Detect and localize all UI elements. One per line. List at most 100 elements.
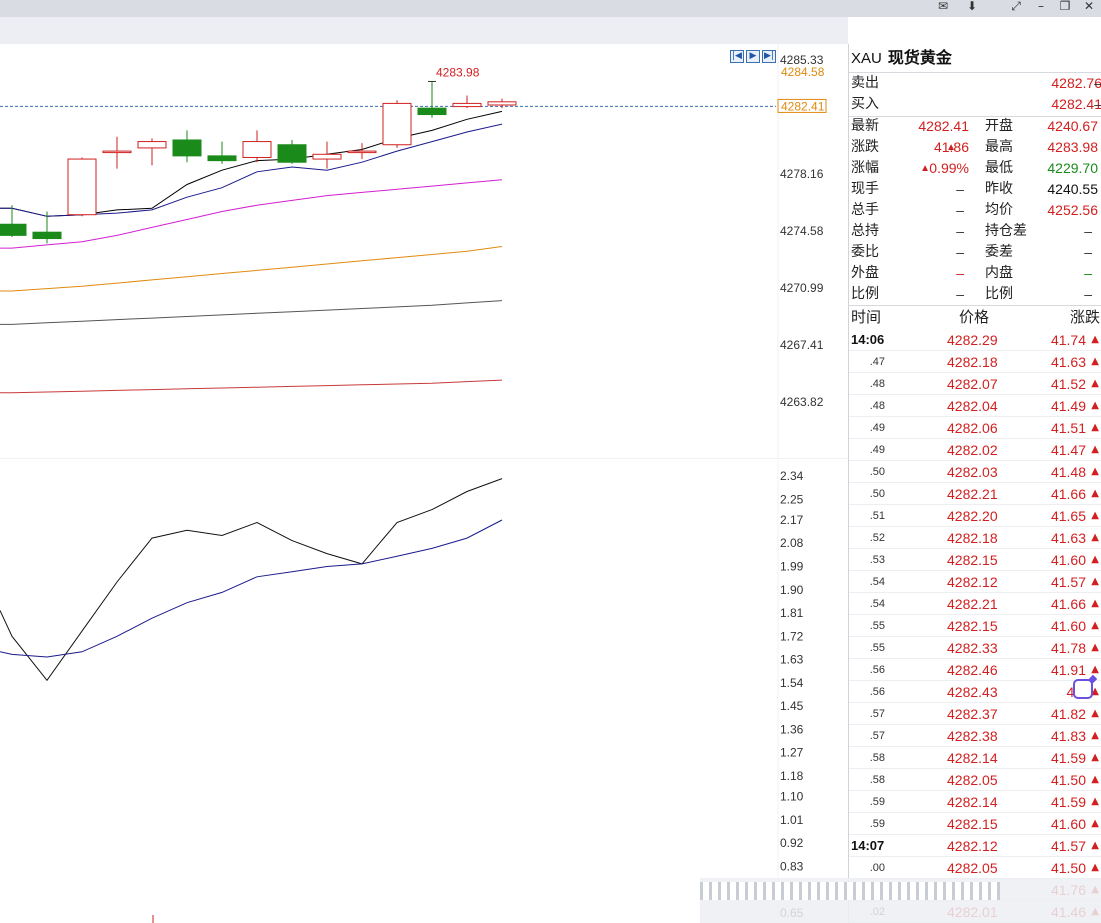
arrow-up-icon: ▲ [1091, 862, 1099, 873]
high-value: 4283.98 [1047, 139, 1098, 155]
arrow-up-icon: ▲ [1091, 444, 1099, 455]
arrow-up-icon: ▲ [1091, 796, 1099, 807]
price-axis-tick: 4278.16 [780, 167, 824, 181]
tick-row[interactable]: .47 4282.18 41.63 ▲ [849, 351, 1101, 373]
horizontal-scrollbar[interactable] [700, 878, 1101, 923]
tick-price: 4282.46 [947, 662, 998, 678]
candle [312, 141, 342, 169]
arrow-up-icon: ▲ [1091, 774, 1099, 785]
quote-row-ratio: 委比 – 委差 – [849, 242, 1101, 263]
candle [417, 81, 447, 118]
tick-row[interactable]: .51 4282.20 41.65 ▲ [849, 505, 1101, 527]
maximize-button[interactable]: ❐ [1054, 0, 1076, 14]
tick-row[interactable]: .59 4282.15 41.60 ▲ [849, 813, 1101, 835]
quote-row-last: 最新 4282.41 开盘 4240.67 [849, 116, 1101, 137]
nav-last-button[interactable]: ▶| [762, 50, 776, 63]
tick-row[interactable]: .48 4282.04 41.49 ▲ [849, 395, 1101, 417]
tick-row[interactable]: 14:07 4282.12 41.57 ▲ [849, 835, 1101, 857]
indicator-axis-tick: 1.99 [780, 560, 804, 574]
hold-value: – [956, 223, 964, 239]
high-label: 最高 [985, 139, 1013, 155]
candle [452, 95, 482, 109]
open-label: 开盘 [985, 118, 1013, 134]
assistant-float-button[interactable] [1073, 679, 1093, 699]
hold-label: 总持 [851, 223, 879, 239]
tick-row[interactable]: .56 4282.46 41.91 ▲ [849, 659, 1101, 681]
scale-label: 比例 [851, 286, 879, 302]
tick-price: 4282.03 [947, 464, 998, 480]
nav-first-button[interactable]: |◀ [730, 50, 744, 63]
indicator-axis-tick: 2.34 [780, 469, 804, 483]
restore-size-icon[interactable]: ⤢ [1005, 0, 1027, 14]
mail-icon[interactable]: ✉ [932, 0, 954, 14]
indicator-axis-tick: 1.72 [780, 629, 804, 643]
nav-next-button[interactable]: ▶ [746, 50, 760, 63]
tick-price: 4282.02 [947, 442, 998, 458]
quote-row-hold: 总持 – 持仓差 – [849, 221, 1101, 242]
download-icon[interactable]: ⬇ [961, 0, 983, 14]
hand-label: 现手 [851, 181, 879, 197]
outer-value: – [956, 265, 964, 281]
price-axis-tick: 4270.99 [780, 281, 824, 295]
tick-row[interactable]: .48 4282.07 41.52 ▲ [849, 373, 1101, 395]
tick-row[interactable]: .564282.4341.▲ [849, 681, 1101, 703]
close-button[interactable]: ✕ [1078, 0, 1100, 14]
candlestick-chart[interactable]: 4285.334278.164274.584270.994267.414263.… [0, 44, 848, 459]
tick-row[interactable]: .52 4282.18 41.63 ▲ [849, 527, 1101, 549]
ticks-list[interactable]: 14:06 4282.29 41.74 ▲ .47 4282.18 41.63 ▲ .48 428… [849, 329, 1101, 923]
candle [347, 143, 377, 160]
indicator-chart[interactable]: 2.34 2.25 2.17 2.08 1.99 1.90 1.81 1.72 1.63 1.54… [0, 460, 848, 923]
tick-price: 4282.37 [947, 706, 998, 722]
symbol-name: 现货黄金 [887, 48, 952, 67]
tick-row[interactable]: .50 4282.03 41.48 ▲ [849, 461, 1101, 483]
tick-row[interactable]: .58 4282.05 41.50 ▲ [849, 769, 1101, 791]
minimize-button[interactable]: – [1030, 0, 1052, 14]
last-value: 4282.41 [918, 118, 969, 134]
tick-price: 4282.15 [947, 618, 998, 634]
tick-row[interactable]: .59 4282.14 41.59 ▲ [849, 791, 1101, 813]
tick-row[interactable]: 14:06 4282.29 41.74 ▲ [849, 329, 1101, 351]
symbol-code: XAU [851, 50, 882, 67]
tick-change: 41.91 [1050, 662, 1086, 678]
tick-row[interactable]: .57 4282.37 41.82 ▲ [849, 703, 1101, 725]
scrollbar-thumb[interactable] [700, 882, 1000, 900]
tick-row[interactable]: .00 4282.05 41.50 ▲ [849, 857, 1101, 879]
candle [102, 136, 132, 169]
tick-row[interactable]: .58 4282.14 41.59 ▲ [849, 747, 1101, 769]
tick-row[interactable]: .49 4282.06 41.51 ▲ [849, 417, 1101, 439]
tick-row[interactable]: .57 4282.38 41.83 ▲ [849, 725, 1101, 747]
indicator-axis-tick: 1.36 [780, 722, 804, 736]
indicator-axis-tick: 1.90 [780, 583, 804, 597]
tick-time: .50 [869, 466, 885, 478]
tick-row[interactable]: .53 4282.15 41.60 ▲ [849, 549, 1101, 571]
arrow-up-icon: ▲ [1091, 422, 1099, 433]
tick-price: 4282.21 [947, 486, 998, 502]
tick-row[interactable]: .55 4282.15 41.60 ▲ [849, 615, 1101, 637]
title-bar: ✉ ⬇ ⤢ – ❐ ✕ [0, 0, 1101, 17]
candle [172, 130, 202, 163]
candle [207, 141, 237, 164]
tick-row[interactable]: .50 4282.21 41.66 ▲ [849, 483, 1101, 505]
tick-row[interactable]: .55 4282.33 41.78 ▲ [849, 637, 1101, 659]
quote-row-buy: 买入 4282.41 – [849, 94, 1101, 115]
tick-time: .57 [869, 730, 885, 742]
tick-row[interactable]: .54 4282.12 41.57 ▲ [849, 571, 1101, 593]
last-label: 最新 [851, 118, 879, 134]
tick-price: 4282.43 [947, 684, 998, 700]
quote-row-change: 涨跌 ▲ 41.86 最高 4283.98 [849, 137, 1101, 158]
tick-row[interactable]: .54 4282.21 41.66 ▲ [849, 593, 1101, 615]
arrow-up-icon: ▲ [1091, 488, 1099, 499]
avg-value: 4252.56 [1047, 202, 1098, 218]
ma-line-5 [0, 379, 503, 394]
inner-label: 内盘 [985, 265, 1013, 281]
open-value: 4240.67 [1047, 118, 1098, 134]
diff-value: – [1084, 244, 1092, 260]
tick-price: 4282.14 [947, 750, 998, 766]
price-axis-tick: 4263.82 [780, 395, 824, 409]
tick-change: 41.59 [1050, 750, 1086, 766]
tick-price: 4282.33 [947, 640, 998, 656]
tick-row[interactable]: .49 4282.02 41.47 ▲ [849, 439, 1101, 461]
arrow-up-icon: ▲ [1091, 400, 1099, 411]
tick-time: .56 [869, 686, 885, 698]
indicator-axis-tick: 1.54 [780, 676, 804, 690]
